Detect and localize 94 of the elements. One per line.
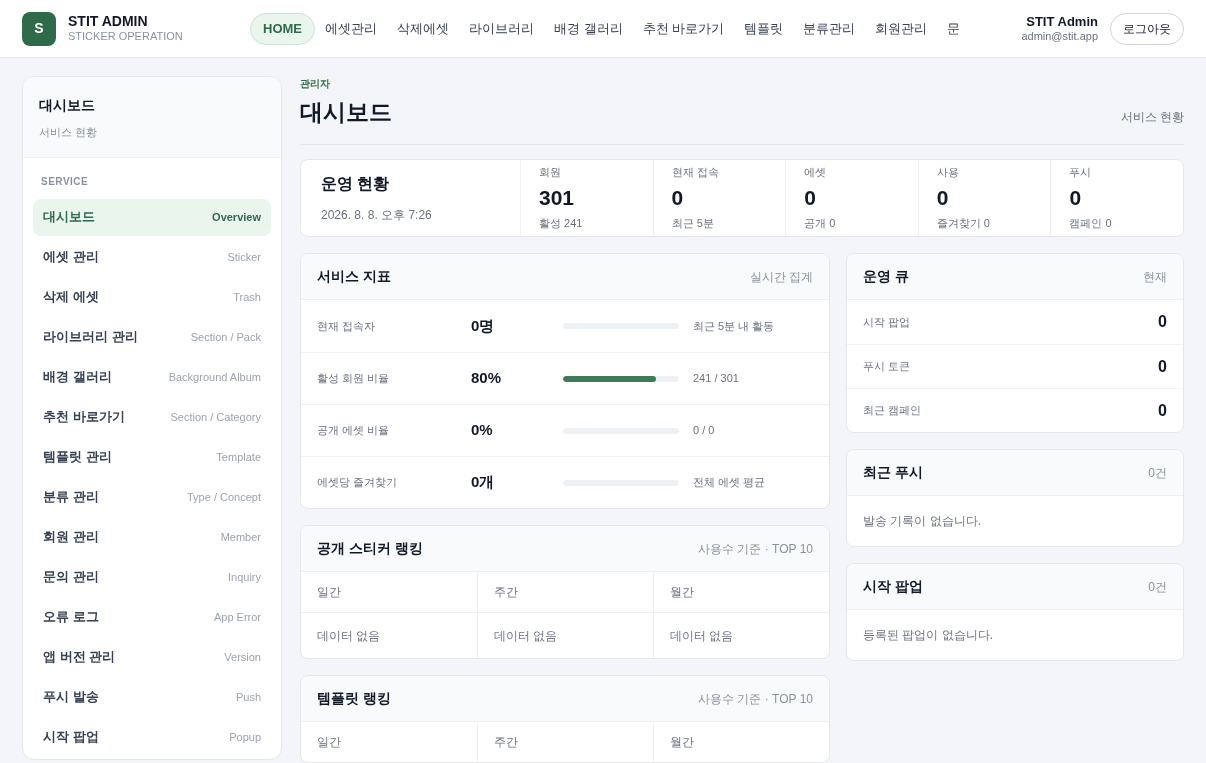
stat-caption: 캠페인 0 bbox=[1069, 215, 1113, 231]
metric-value: 0% bbox=[471, 420, 494, 441]
table-cell: 데이터 없음 bbox=[301, 612, 477, 658]
queue-label: 푸시 토큰 bbox=[863, 359, 911, 375]
overview-date: 2026. 8. 8. 오후 7:26 bbox=[321, 206, 433, 224]
column-header: 일간 bbox=[316, 734, 342, 751]
stat-caption: 공개 0 bbox=[804, 215, 837, 231]
queue-label: 최근 캠페인 bbox=[863, 403, 922, 419]
card-title: 최근 푸시 bbox=[863, 463, 923, 482]
card-title: 운영 큐 bbox=[863, 267, 909, 286]
sidebar-item[interactable]: 앱 버전 관리 Version bbox=[33, 638, 271, 676]
metric-label: 에셋당 즐겨찾기 bbox=[317, 475, 399, 491]
nav-tab[interactable]: 템플릿 bbox=[734, 12, 794, 45]
sidebar-item[interactable]: 시작 팝업 Popup bbox=[33, 718, 271, 756]
nav-tab[interactable]: 삭제에셋 bbox=[387, 12, 459, 45]
card-title: 서비스 지표 bbox=[317, 267, 391, 286]
sidebar-item[interactable]: 배경 갤러리 Background Album bbox=[33, 358, 271, 396]
user-email: admin@stit.app bbox=[1021, 29, 1098, 44]
metric-note: 241 / 301 bbox=[693, 371, 739, 387]
section-label: SERVICE bbox=[40, 174, 90, 189]
column-header: 일간 bbox=[316, 584, 342, 601]
card-caption: 현재 bbox=[1143, 268, 1167, 286]
metric-value: 80% bbox=[471, 368, 503, 389]
stat-value: 0 bbox=[671, 184, 685, 211]
stat-value: 0 bbox=[1069, 184, 1083, 211]
table-cell: 데이터 없음 bbox=[653, 612, 829, 658]
brand-name: STIT ADMIN bbox=[68, 12, 149, 31]
card-caption: 실시간 집계 bbox=[749, 268, 813, 286]
stat-label: 현재 접속 bbox=[671, 165, 720, 181]
table-cell: 데이터 없음 bbox=[477, 612, 653, 658]
page-eyebrow: 관리자 bbox=[300, 77, 331, 91]
nav-tab[interactable]: 에셋관리 bbox=[315, 12, 387, 45]
empty-message: 등록된 팝업이 없습니다. bbox=[863, 627, 993, 644]
queue-value: 0 bbox=[1158, 400, 1167, 421]
empty-message: 발송 기록이 없습니다. bbox=[863, 513, 981, 530]
card-caption: 0건 bbox=[1148, 464, 1167, 482]
stat-label: 사용 bbox=[936, 165, 960, 181]
nav-tab[interactable]: 배경 갤러리 bbox=[544, 12, 633, 45]
sidebar-item[interactable]: 푸시 발송 Push bbox=[33, 678, 271, 716]
sidebar-item[interactable]: 대시보드 Overview bbox=[33, 198, 271, 236]
stat-value: 0 bbox=[804, 184, 817, 211]
metric-value: 0개 bbox=[471, 472, 496, 493]
sidebar-item[interactable]: 라이브러리 관리 Section / Pack bbox=[33, 318, 271, 356]
sidebar-item[interactable]: 템플릿 관리 Template bbox=[33, 438, 271, 476]
nav-tab[interactable]: 라이브러리 bbox=[459, 12, 544, 45]
page-title: 대시보드 bbox=[300, 98, 392, 127]
stat-value: 0 bbox=[936, 184, 950, 211]
card-caption: 사용수 기준 · TOP 10 bbox=[698, 690, 813, 708]
logo-icon: S bbox=[22, 11, 56, 46]
metric-label: 활성 회원 비율 bbox=[317, 371, 391, 387]
stat-caption: 즐겨찾기 0 bbox=[936, 215, 991, 231]
column-header: 월간 bbox=[653, 722, 829, 762]
stat-label: 회원 bbox=[539, 165, 562, 181]
queue-value: 0 bbox=[1158, 312, 1167, 332]
brand-subtitle: STICKER OPERATION bbox=[68, 30, 183, 45]
nav-tab[interactable]: HOME bbox=[250, 12, 315, 45]
nav-tab[interactable]: 문 bbox=[937, 12, 971, 45]
column-header: 주간 bbox=[477, 722, 653, 762]
user-name: STIT Admin bbox=[1026, 13, 1098, 30]
queue-value: 0 bbox=[1158, 356, 1167, 377]
nav-tab[interactable]: 분류관리 bbox=[793, 12, 866, 45]
sidebar-subtitle: 서비스 현황 bbox=[39, 125, 99, 140]
card-caption: 사용수 기준 · TOP 10 bbox=[698, 540, 813, 558]
sidebar-item[interactable]: 문의 관리 Inquiry bbox=[33, 558, 271, 596]
sidebar-item[interactable]: 분류 관리 Type / Concept bbox=[33, 478, 271, 516]
sidebar-item[interactable]: 오류 로그 App Error bbox=[33, 598, 271, 636]
metric-note: 최근 5분 내 활동 bbox=[693, 318, 775, 334]
card-title: 공개 스티커 랭킹 bbox=[317, 539, 423, 558]
metric-value: 0명 bbox=[471, 315, 496, 336]
sidebar-item[interactable]: 에셋 관리 Sticker bbox=[33, 238, 271, 276]
stat-caption: 활성 241 bbox=[539, 215, 584, 231]
nav-tab[interactable]: 추천 바로가기 bbox=[632, 12, 735, 45]
stat-value: 301 bbox=[539, 184, 576, 211]
logout-button[interactable]: 로그아웃 bbox=[1110, 12, 1184, 45]
sidebar-item[interactable]: 삭제 에셋 Trash bbox=[33, 278, 271, 316]
overview-title: 운영 현황 bbox=[321, 173, 391, 194]
metric-label: 공개 에셋 비율 bbox=[317, 423, 391, 439]
metric-label: 현재 접속자 bbox=[317, 318, 377, 334]
column-header: 주간 bbox=[477, 572, 653, 612]
column-header: 월간 bbox=[653, 572, 829, 612]
sidebar-title: 대시보드 bbox=[39, 96, 96, 115]
stat-caption: 최근 5분 bbox=[671, 215, 715, 231]
metric-note: 전체 에셋 평균 bbox=[693, 475, 766, 491]
stat-label: 푸시 bbox=[1069, 165, 1093, 181]
queue-label: 시작 팝업 bbox=[863, 314, 911, 330]
card-title: 템플릿 랭킹 bbox=[317, 689, 391, 708]
card-caption: 0건 bbox=[1148, 578, 1167, 596]
card-title: 시작 팝업 bbox=[863, 577, 923, 596]
sidebar-item[interactable]: 추천 바로가기 Section / Category bbox=[33, 398, 271, 436]
metric-note: 0 / 0 bbox=[693, 423, 715, 439]
page-caption: 서비스 현황 bbox=[1120, 108, 1184, 126]
nav-tab[interactable]: 회원관리 bbox=[865, 12, 938, 45]
stat-label: 에셋 bbox=[804, 165, 828, 181]
sidebar-item[interactable]: 회원 관리 Member bbox=[33, 518, 271, 556]
